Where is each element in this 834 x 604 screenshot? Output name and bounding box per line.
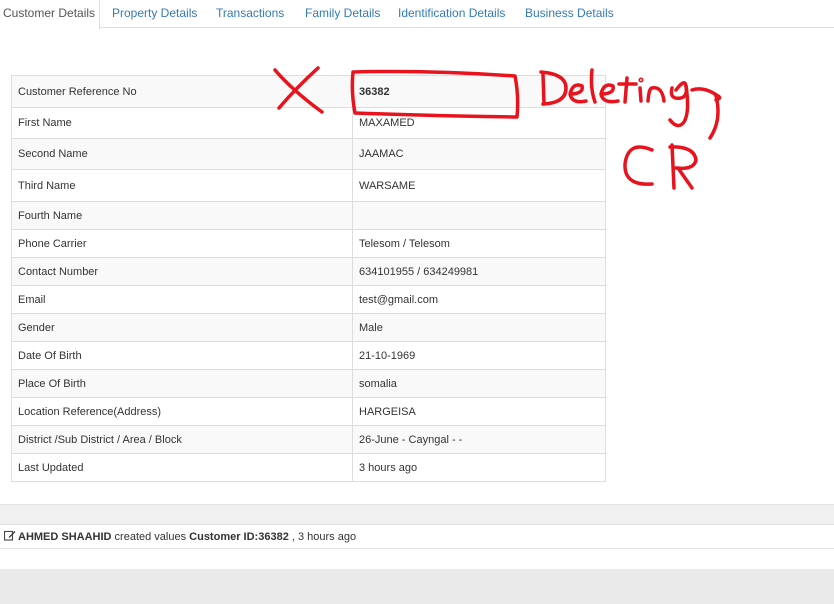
row-value [352,201,606,230]
table-row: Last Updated 3 hours ago [11,453,606,482]
row-label: Fourth Name [11,201,353,230]
table-row: Customer Reference No 36382 [11,75,606,108]
row-value: WARSAME [352,169,606,202]
tab-customer-details[interactable]: Customer Details [0,0,100,29]
customer-details-table: Customer Reference No 36382 First Name M… [11,75,606,482]
row-label: Location Reference(Address) [11,397,353,426]
row-value: somalia [352,369,606,398]
row-label: Gender [11,313,353,342]
row-label: Date Of Birth [11,341,353,370]
tab-bar: Customer Details Property Details Transa… [0,0,834,29]
table-row: Place Of Birth somalia [11,369,606,398]
row-value: JAAMAC [352,138,606,170]
tab-transactions[interactable]: Transactions [216,0,284,28]
row-label: Place Of Birth [11,369,353,398]
row-label: Second Name [11,138,353,170]
table-row: Phone Carrier Telesom / Telesom [11,229,606,258]
table-row: Second Name JAAMAC [11,138,606,170]
row-label: District /Sub District / Area / Block [11,425,353,454]
table-row: Date Of Birth 21-10-1969 [11,341,606,370]
table-row: First Name MAXAMED [11,107,606,139]
table-row: Fourth Name [11,201,606,230]
tab-family-details[interactable]: Family Details [305,0,380,28]
row-label: Customer Reference No [11,75,353,108]
row-value: HARGEISA [352,397,606,426]
activity-action: created values [111,531,190,543]
row-label: First Name [11,107,353,139]
edit-icon [4,530,16,541]
activity-log-entry: AHMED SHAAHID created values Customer ID… [0,524,834,549]
row-value: 634101955 / 634249981 [352,257,606,286]
row-value: MAXAMED [352,107,606,139]
row-value: Telesom / Telesom [352,229,606,258]
row-label: Contact Number [11,257,353,286]
tab-business-details[interactable]: Business Details [525,0,614,28]
activity-time: , 3 hours ago [288,531,357,543]
table-row: Third Name WARSAME [11,169,606,202]
table-row: Email test@gmail.com [11,285,606,314]
row-value: 21-10-1969 [352,341,606,370]
row-value: Male [352,313,606,342]
activity-entity: Customer ID:36382 [189,531,289,543]
row-value: 26-June - Cayngal - - [352,425,606,454]
row-label: Phone Carrier [11,229,353,258]
tab-property-details[interactable]: Property Details [112,0,197,28]
tab-identification-details[interactable]: Identification Details [398,0,505,28]
table-row: Contact Number 634101955 / 634249981 [11,257,606,286]
table-row: Gender Male [11,313,606,342]
table-row: District /Sub District / Area / Block 26… [11,425,606,454]
activity-user: AHMED SHAAHID [18,531,112,543]
row-value-customer-ref: 36382 [352,75,606,108]
annotation-text-cr [623,143,698,190]
row-value: test@gmail.com [352,285,606,314]
row-value: 3 hours ago [352,453,606,482]
footer-band [0,569,834,604]
row-label: Third Name [11,169,353,202]
row-label: Email [11,285,353,314]
row-label: Last Updated [11,453,353,482]
section-divider [0,504,834,525]
table-row: Location Reference(Address) HARGEISA [11,397,606,426]
